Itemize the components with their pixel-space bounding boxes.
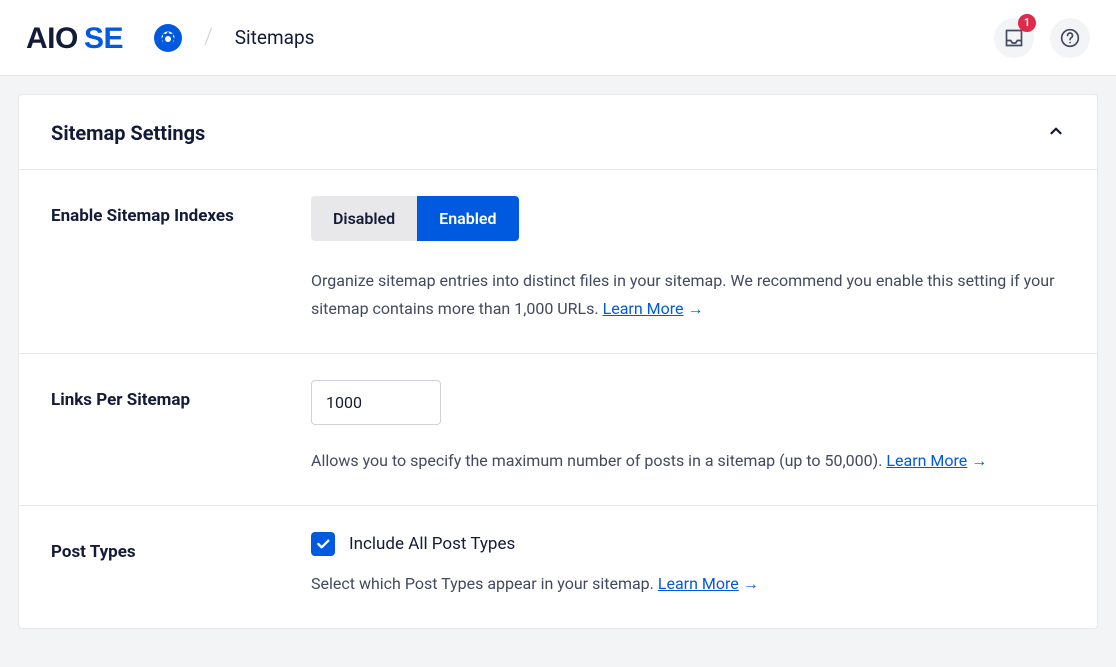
links-per-sitemap-input[interactable]	[311, 380, 441, 425]
svg-text:SE: SE	[84, 22, 123, 55]
checkbox-label: Include All Post Types	[349, 534, 515, 554]
logo-icon: AIO SE	[26, 21, 184, 55]
logo[interactable]: AIO SE	[26, 21, 184, 55]
setting-enable-indexes: Enable Sitemap Indexes Disabled Enabled …	[19, 170, 1097, 354]
divider: /	[204, 25, 213, 50]
check-icon	[315, 536, 331, 552]
svg-text:AIO: AIO	[26, 22, 78, 55]
notifications-button[interactable]: 1	[994, 18, 1034, 58]
card-header: Sitemap Settings	[19, 95, 1097, 170]
learn-more-link[interactable]: Learn More	[603, 299, 684, 318]
setting-content: Disabled Enabled Organize sitemap entrie…	[311, 196, 1065, 323]
inbox-icon	[1004, 28, 1024, 48]
page-title: Sitemaps	[235, 26, 315, 49]
setting-content: Include All Post Types Select which Post…	[311, 532, 1065, 598]
help-button[interactable]	[1050, 18, 1090, 58]
learn-more-link[interactable]: Learn More	[658, 574, 739, 593]
setting-description: Select which Post Types appear in your s…	[311, 570, 1065, 598]
card-title: Sitemap Settings	[51, 121, 205, 145]
help-icon	[1060, 28, 1080, 48]
setting-links-per-sitemap: Links Per Sitemap Allows you to specify …	[19, 354, 1097, 506]
app-header: AIO SE / Sitemaps 1	[0, 0, 1116, 76]
toggle-enabled-button[interactable]: Enabled	[417, 196, 518, 241]
setting-description: Allows you to specify the maximum number…	[311, 447, 1065, 475]
setting-content: Allows you to specify the maximum number…	[311, 380, 1065, 475]
setting-label: Links Per Sitemap	[51, 380, 311, 475]
notification-badge: 1	[1018, 14, 1036, 32]
chevron-up-icon	[1047, 122, 1065, 140]
collapse-button[interactable]	[1047, 122, 1065, 144]
setting-label: Post Types	[51, 532, 311, 598]
arrow-link[interactable]: →	[688, 299, 704, 318]
arrow-link[interactable]: →	[971, 451, 987, 470]
include-all-checkbox[interactable]	[311, 532, 335, 556]
setting-label: Enable Sitemap Indexes	[51, 196, 311, 323]
toggle-group: Disabled Enabled	[311, 196, 519, 241]
setting-description: Organize sitemap entries into distinct f…	[311, 267, 1065, 323]
settings-card: Sitemap Settings Enable Sitemap Indexes …	[18, 94, 1098, 629]
toggle-disabled-button[interactable]: Disabled	[311, 196, 417, 241]
arrow-link[interactable]: →	[743, 574, 759, 593]
setting-post-types: Post Types Include All Post Types Select…	[19, 506, 1097, 628]
checkbox-wrapper: Include All Post Types	[311, 532, 1065, 556]
learn-more-link[interactable]: Learn More	[886, 451, 967, 470]
